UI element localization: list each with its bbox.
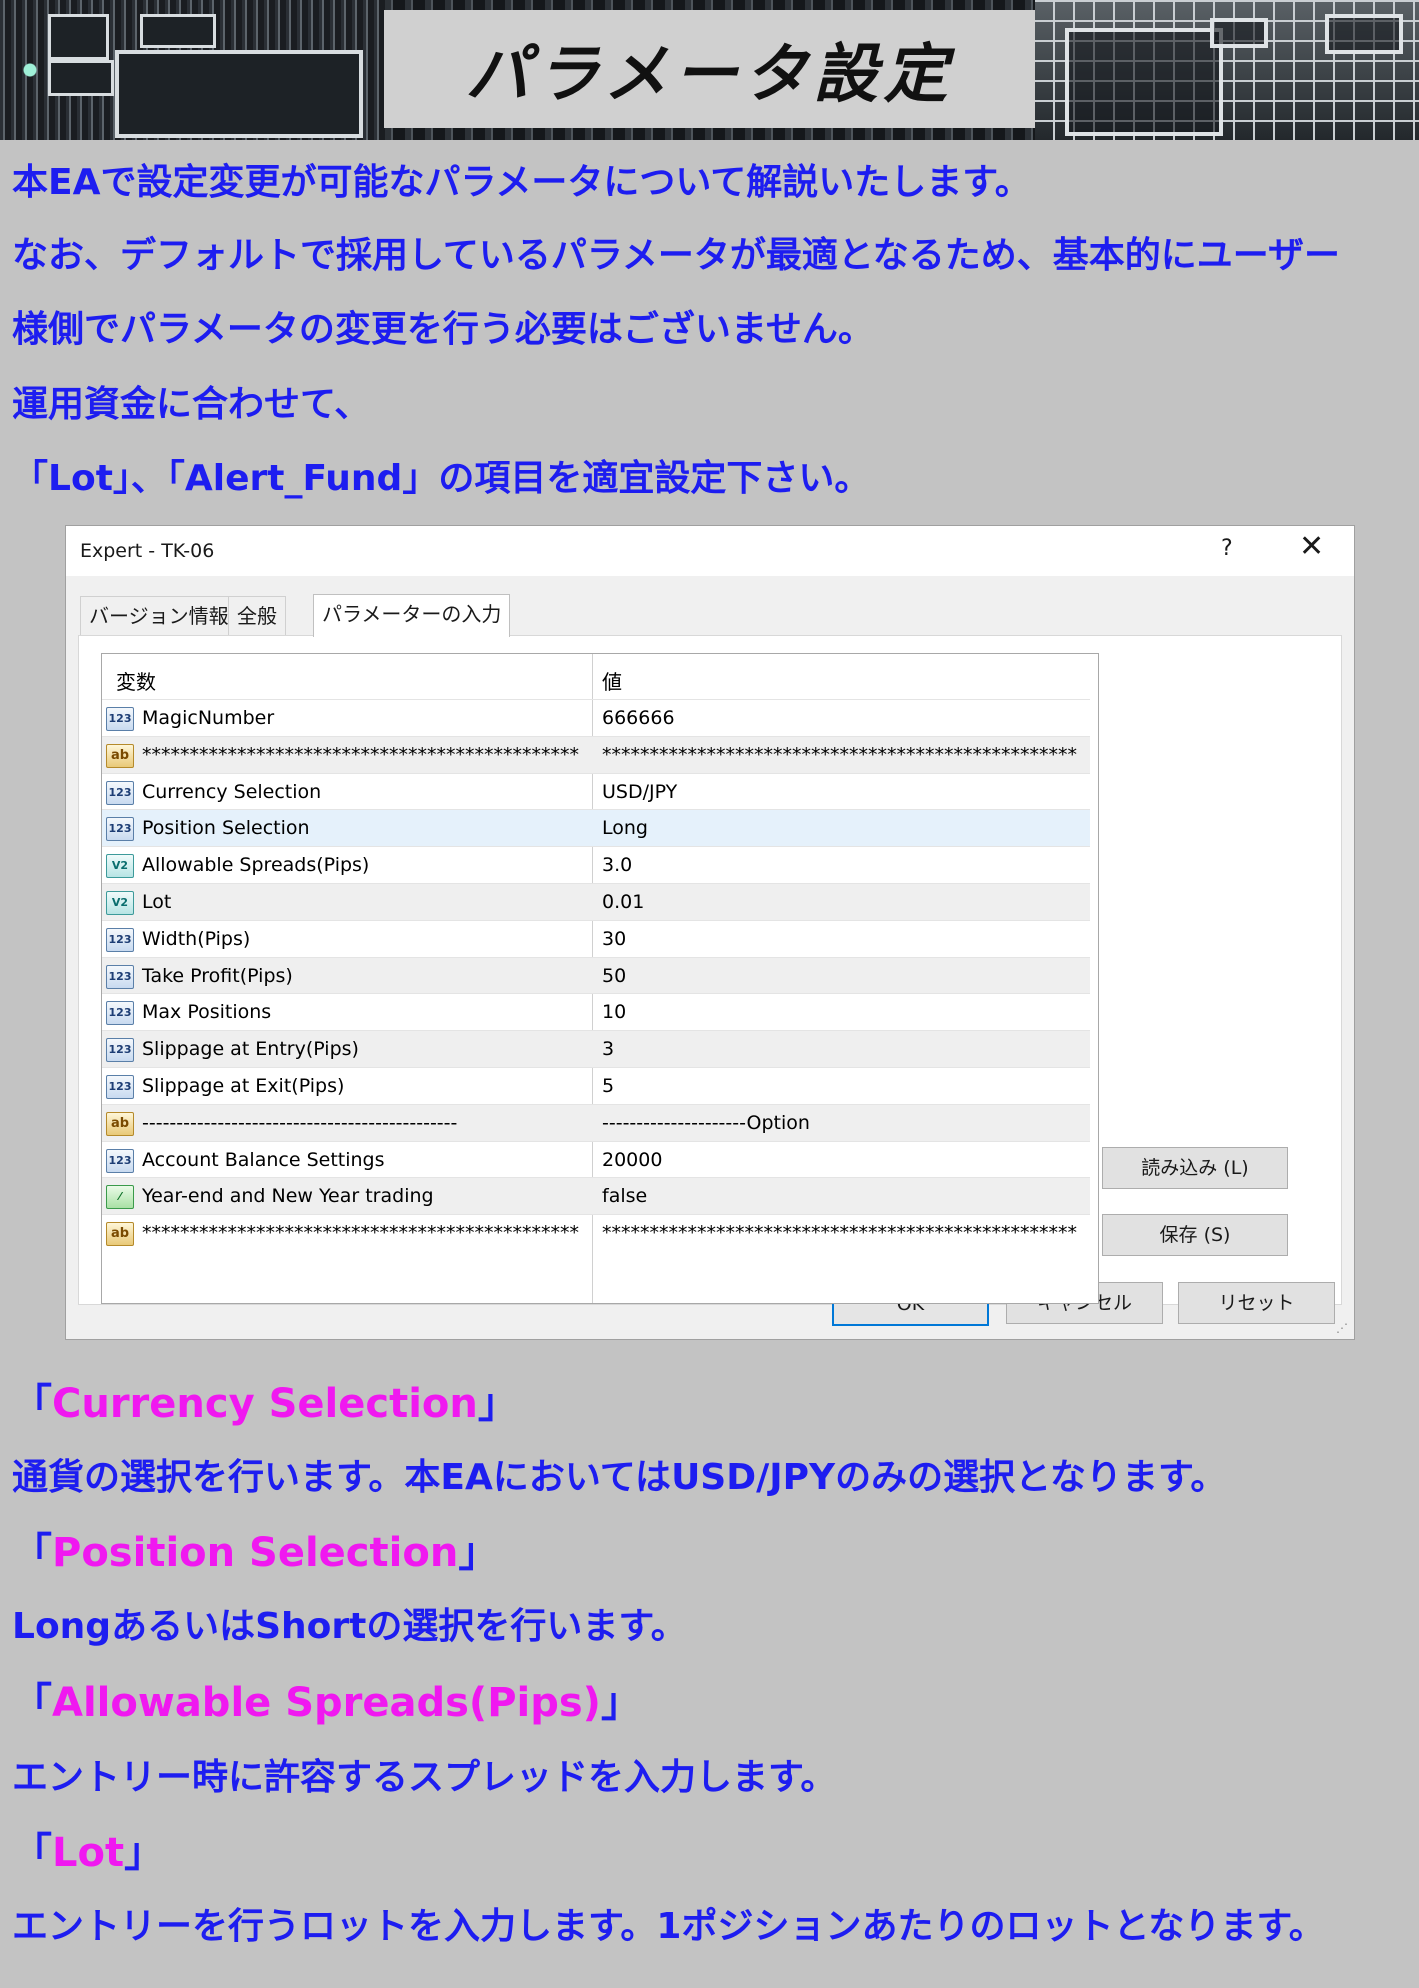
reset-button[interactable]: リセット (1178, 1282, 1335, 1324)
parameter-name: Width(Pips) (142, 927, 251, 950)
dialog-titlebar[interactable]: Expert - TK-06 ? ✕ (66, 526, 1354, 576)
grid-header: 変数 値 (102, 654, 1098, 699)
type-v2-icon: V2 (106, 891, 134, 915)
type-123-icon: 123 (106, 780, 134, 805)
load-button[interactable]: 読み込み (L) (1102, 1147, 1288, 1189)
table-row[interactable]: V2 Allowable Spreads(Pips) 3.0 (102, 846, 1090, 884)
column-header-value[interactable]: 値 (602, 666, 622, 695)
table-row[interactable]: V2 Lot 0.01 (102, 883, 1090, 921)
table-row[interactable]: 123 Slippage at Exit(Pips) 5 (102, 1067, 1090, 1105)
type-ab-icon: ab (106, 1222, 134, 1247)
parameter-name: Position Selection (142, 817, 310, 840)
parameter-value[interactable]: ****************************************… (602, 744, 1077, 766)
parameter-grid: 変数 値 123 MagicNumber 666666 ab *************… (101, 653, 1099, 1304)
page-title: パラメータ設定 (465, 38, 954, 112)
parameter-value[interactable]: 10 (602, 1001, 626, 1023)
parameter-value[interactable]: 30 (602, 928, 626, 950)
type-v2-icon: V2 (106, 854, 134, 879)
banner-decoration-right (1035, 0, 1419, 140)
parameter-name: Allowable Spreads(Pips) (142, 854, 370, 877)
parameter-value[interactable]: ****************************************… (602, 1222, 1077, 1244)
parameter-name: ----------------------------------------… (142, 1111, 458, 1134)
section-heading-position-selection: 「Position Selection」 (12, 1530, 499, 1576)
parameter-value[interactable]: Long (602, 817, 648, 839)
intro-line-1: 本EAで設定変更が可能なパラメータについて解説いたします。 (12, 162, 1031, 203)
banner-title-box: パラメータ設定 (384, 10, 1035, 128)
tab-version-info[interactable]: バージョン情報 (80, 596, 238, 635)
parameter-value[interactable]: 666666 (602, 707, 675, 729)
table-row[interactable]: 123 Max Positions 10 (102, 993, 1090, 1031)
parameter-name: Take Profit(Pips) (142, 964, 293, 987)
table-row[interactable]: 123 Slippage at Entry(Pips) 3 (102, 1030, 1090, 1068)
parameter-name: Slippage at Exit(Pips) (142, 1075, 345, 1097)
parameter-value[interactable]: 3 (602, 1038, 614, 1060)
section-heading-currency-selection: 「Currency Selection」 (12, 1381, 518, 1427)
section-desc-currency-selection: 通貨の選択を行います。本EAにおいてはUSD/JPYのみの選択となります。 (12, 1457, 1227, 1498)
parameter-name: ****************************************… (142, 743, 579, 766)
parameter-value[interactable]: ---------------------Option (602, 1112, 810, 1134)
type-123-icon: 123 (106, 1038, 134, 1063)
table-row[interactable]: ab **************************************… (102, 735, 1090, 774)
type-123-icon: 123 (106, 1001, 134, 1026)
type-ab-icon: ab (106, 1111, 134, 1136)
parameter-value[interactable]: false (602, 1185, 647, 1207)
banner-decoration-left (0, 0, 385, 140)
type-ab-icon: ab (106, 743, 134, 768)
table-row[interactable]: ab --------------------------------------… (102, 1103, 1090, 1142)
dialog-title: Expert - TK-06 (80, 540, 215, 562)
table-row[interactable]: 123 MagicNumber 666666 (102, 699, 1090, 737)
type-bool-icon: ⁄ (106, 1185, 134, 1210)
intro-line-5: 「Lot」、「Alert_Fund」の項目を適宜設定下さい。 (12, 458, 871, 499)
section-heading-lot: 「Lot」 (12, 1830, 165, 1876)
table-row[interactable]: ⁄ Year-end and New Year trading false (102, 1177, 1090, 1216)
parameter-name: Account Balance Settings (142, 1148, 385, 1171)
parameter-name: Currency Selection (142, 780, 322, 803)
intro-line-3: 様側でパラメータの変更を行う必要はございません。 (12, 309, 874, 350)
tab-parameters-input[interactable]: パラメーターの入力 (313, 594, 511, 637)
help-button[interactable]: ? (1221, 536, 1233, 561)
parameter-value[interactable]: 5 (602, 1075, 614, 1097)
save-button[interactable]: 保存 (S) (1102, 1214, 1288, 1256)
parameter-name: ****************************************… (142, 1222, 579, 1245)
section-desc-allowable-spreads: エントリー時に許容するスプレッドを入力します。 (12, 1757, 837, 1798)
parameter-name: MagicNumber (142, 707, 275, 729)
table-row[interactable]: 123 Take Profit(Pips) 50 (102, 956, 1090, 995)
section-heading-allowable-spreads: 「Allowable Spreads(Pips)」 (12, 1680, 641, 1726)
resize-grip-icon[interactable]: ⋰ (1336, 1321, 1348, 1335)
intro-line-4: 運用資金に合わせて、 (12, 384, 371, 425)
parameter-value[interactable]: 0.01 (602, 891, 644, 913)
table-row[interactable]: 123 Account Balance Settings 20000 (102, 1140, 1090, 1179)
parameter-value[interactable]: 50 (602, 965, 626, 987)
section-desc-position-selection: LongあるいはShortの選択を行います。 (12, 1606, 687, 1647)
type-123-icon: 123 (106, 1148, 134, 1173)
table-row[interactable]: 123 Position Selection Long (102, 809, 1090, 848)
parameter-value[interactable]: USD/JPY (602, 781, 677, 803)
table-row[interactable]: 123 Width(Pips) 30 (102, 919, 1090, 958)
type-123-icon: 123 (106, 964, 134, 989)
type-123-icon: 123 (106, 707, 134, 731)
tab-general[interactable]: 全般 (228, 596, 286, 635)
parameter-name: Max Positions (142, 1001, 272, 1024)
close-button[interactable]: ✕ (1299, 532, 1324, 562)
parameter-name: Slippage at Entry(Pips) (142, 1038, 359, 1061)
intro-line-2: なお、デフォルトで採用しているパラメータが最適となるため、基本的にユーザー (12, 235, 1341, 276)
parameter-name: Year-end and New Year trading (142, 1185, 434, 1208)
type-123-icon: 123 (106, 1075, 134, 1099)
parameter-value[interactable]: 3.0 (602, 854, 632, 876)
section-desc-lot: エントリーを行うロットを入力します。1ポジションあたりのロットとなります。 (12, 1906, 1325, 1947)
type-123-icon: 123 (106, 817, 134, 842)
header-banner: パラメータ設定 (0, 0, 1419, 140)
table-row[interactable]: 123 Currency Selection USD/JPY (102, 772, 1090, 811)
table-row[interactable]: ab **************************************… (102, 1214, 1090, 1252)
parameter-value[interactable]: 20000 (602, 1149, 662, 1171)
parameter-name: Lot (142, 891, 172, 913)
type-123-icon: 123 (106, 927, 134, 952)
column-header-variable[interactable]: 変数 (116, 666, 156, 695)
